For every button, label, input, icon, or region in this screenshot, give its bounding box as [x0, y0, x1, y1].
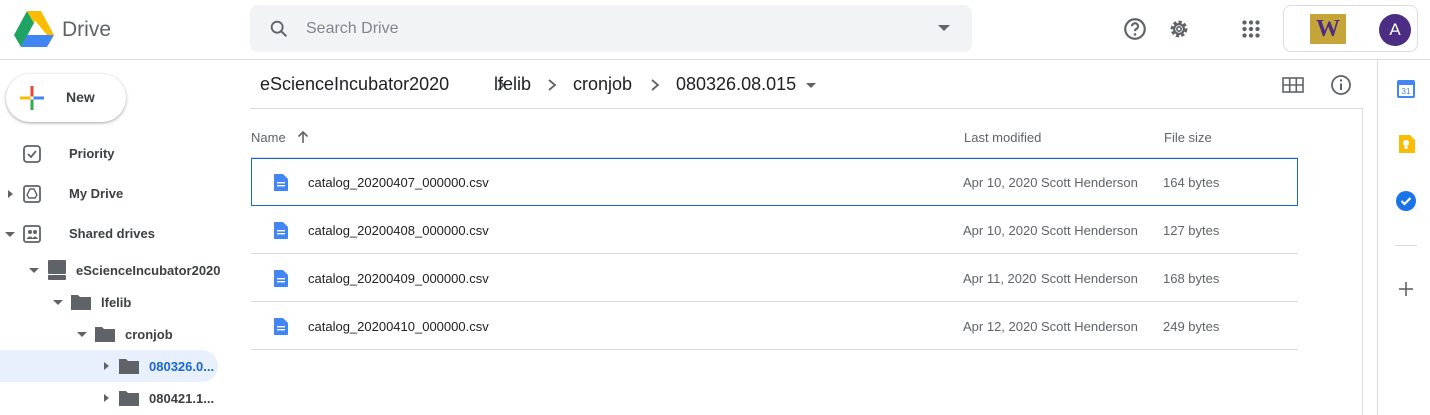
- keep-icon[interactable]: [1397, 135, 1415, 153]
- help-icon[interactable]: [1122, 16, 1148, 42]
- add-icon[interactable]: [1399, 282, 1413, 296]
- file-size: 127 bytes: [1163, 223, 1220, 238]
- drive-icon: [48, 260, 66, 280]
- document-file-icon: [274, 270, 288, 287]
- folder-icon: [119, 391, 139, 406]
- apps-grid-icon[interactable]: [1238, 16, 1264, 42]
- shared-drives-icon: [23, 225, 41, 243]
- file-modified-date: Apr 11, 2020: [963, 271, 1037, 286]
- file-row[interactable]: catalog_20200407_000000.csv Apr 10, 2020…: [251, 158, 1298, 206]
- tree-item-label: cronjob: [125, 327, 173, 342]
- grid-view-icon[interactable]: [1282, 75, 1304, 95]
- collapse-arrow-icon[interactable]: [29, 268, 39, 273]
- search-bar[interactable]: [250, 5, 972, 52]
- breadcrumb-current-folder[interactable]: 080326.08.015: [676, 74, 796, 95]
- sidebar-item-label: My Drive: [69, 186, 124, 201]
- chevron-right-icon: [548, 79, 557, 91]
- account-area[interactable]: W A: [1283, 5, 1418, 52]
- checkbox-icon: [23, 145, 41, 163]
- side-panel: 31: [1377, 60, 1430, 415]
- drive-logo-icon[interactable]: [14, 11, 54, 47]
- tree-item-cronjob[interactable]: cronjob: [0, 318, 240, 350]
- plus-icon: [20, 86, 44, 110]
- tree-item-label: 080421.1...: [149, 391, 215, 406]
- tree-item-080326[interactable]: 080326.0...: [0, 350, 218, 382]
- file-name: catalog_20200407_000000.csv: [308, 175, 489, 190]
- collapse-arrow-icon[interactable]: [77, 332, 87, 337]
- collapse-arrow-icon[interactable]: [53, 300, 63, 305]
- file-name: catalog_20200408_000000.csv: [308, 223, 489, 238]
- expand-arrow-icon[interactable]: [8, 190, 13, 198]
- sidebar-item-priority[interactable]: Priority: [0, 136, 240, 172]
- file-modified-date: Apr 12, 2020: [963, 319, 1038, 334]
- tree-item-label: eScienceIncubator2020: [76, 263, 221, 278]
- folder-menu-chevron-icon[interactable]: [806, 83, 816, 88]
- file-size: 164 bytes: [1163, 175, 1220, 190]
- file-name: catalog_20200410_000000.csv: [308, 319, 489, 334]
- search-icon[interactable]: [268, 18, 290, 40]
- file-size: 168 bytes: [1163, 271, 1220, 286]
- sort-ascending-arrow-icon[interactable]: [296, 130, 310, 144]
- organization-logo[interactable]: W: [1310, 14, 1346, 44]
- calendar-icon[interactable]: 31: [1397, 80, 1415, 98]
- search-input[interactable]: [306, 16, 906, 42]
- file-modified-by: Scott Henderson: [1041, 319, 1138, 334]
- tree-item-label: lfelib: [101, 295, 132, 310]
- column-header-last-modified[interactable]: Last modified: [964, 130, 1041, 145]
- sidebar-item-shared-drives[interactable]: Shared drives: [0, 216, 240, 252]
- expand-arrow-icon[interactable]: [104, 362, 109, 370]
- file-modified-by: Scott Henderson: [1041, 223, 1138, 238]
- document-file-icon: [274, 318, 288, 335]
- column-header-file-size[interactable]: File size: [1164, 130, 1212, 145]
- my-drive-icon: [23, 185, 41, 203]
- file-row[interactable]: catalog_20200410_000000.csv Apr 12, 2020…: [251, 302, 1298, 350]
- divider: [250, 108, 1362, 109]
- top-bar: Drive W A: [0, 0, 1430, 60]
- tasks-icon[interactable]: [1396, 191, 1416, 211]
- new-button-label: New: [66, 89, 95, 105]
- tree-item-080421[interactable]: 080421.1...: [0, 382, 240, 414]
- sidebar-item-my-drive[interactable]: My Drive: [0, 176, 240, 212]
- app-title[interactable]: Drive: [62, 18, 111, 42]
- calendar-day-label: 31: [1402, 87, 1411, 96]
- document-file-icon: [274, 222, 288, 239]
- scrollbar-track[interactable]: [1362, 108, 1363, 415]
- account-avatar[interactable]: A: [1379, 14, 1411, 46]
- breadcrumb-item[interactable]: eScienceIncubator2020: [260, 74, 449, 95]
- file-name: catalog_20200409_000000.csv: [308, 271, 489, 286]
- search-options-chevron-icon[interactable]: [938, 25, 950, 31]
- file-size: 249 bytes: [1163, 319, 1220, 334]
- file-modified-date: Apr 10, 2020: [963, 175, 1038, 190]
- file-row[interactable]: catalog_20200409_000000.csv Apr 11, 2020…: [251, 254, 1298, 302]
- file-modified-by: Scott Henderson: [1041, 271, 1138, 286]
- settings-gear-icon[interactable]: [1166, 16, 1192, 42]
- sidebar-item-label: Shared drives: [69, 226, 155, 241]
- document-file-icon: [274, 174, 288, 191]
- tree-item-lfelib[interactable]: lfelib: [0, 286, 240, 318]
- side-panel-divider: [1395, 245, 1417, 246]
- tree-item-escienceincubator2020[interactable]: eScienceIncubator2020: [0, 254, 240, 286]
- file-row[interactable]: catalog_20200408_000000.csv Apr 10, 2020…: [251, 206, 1298, 254]
- file-modified-by: Scott Henderson: [1041, 175, 1138, 190]
- tree-item-label: 080326.0...: [149, 359, 215, 374]
- new-button[interactable]: New: [6, 74, 126, 122]
- collapse-arrow-icon[interactable]: [5, 232, 15, 237]
- file-modified-date: Apr 10, 2020: [963, 223, 1038, 238]
- info-icon[interactable]: [1330, 74, 1352, 96]
- breadcrumb-item[interactable]: cronjob: [573, 74, 632, 95]
- expand-arrow-icon[interactable]: [104, 394, 109, 402]
- folder-icon: [71, 295, 91, 310]
- folder-icon: [119, 359, 139, 374]
- column-header-name[interactable]: Name: [251, 130, 286, 145]
- chevron-right-icon: [651, 79, 660, 91]
- breadcrumb-item[interactable]: lfelib: [494, 74, 531, 95]
- sidebar-item-label: Priority: [69, 146, 115, 161]
- folder-icon: [95, 327, 115, 342]
